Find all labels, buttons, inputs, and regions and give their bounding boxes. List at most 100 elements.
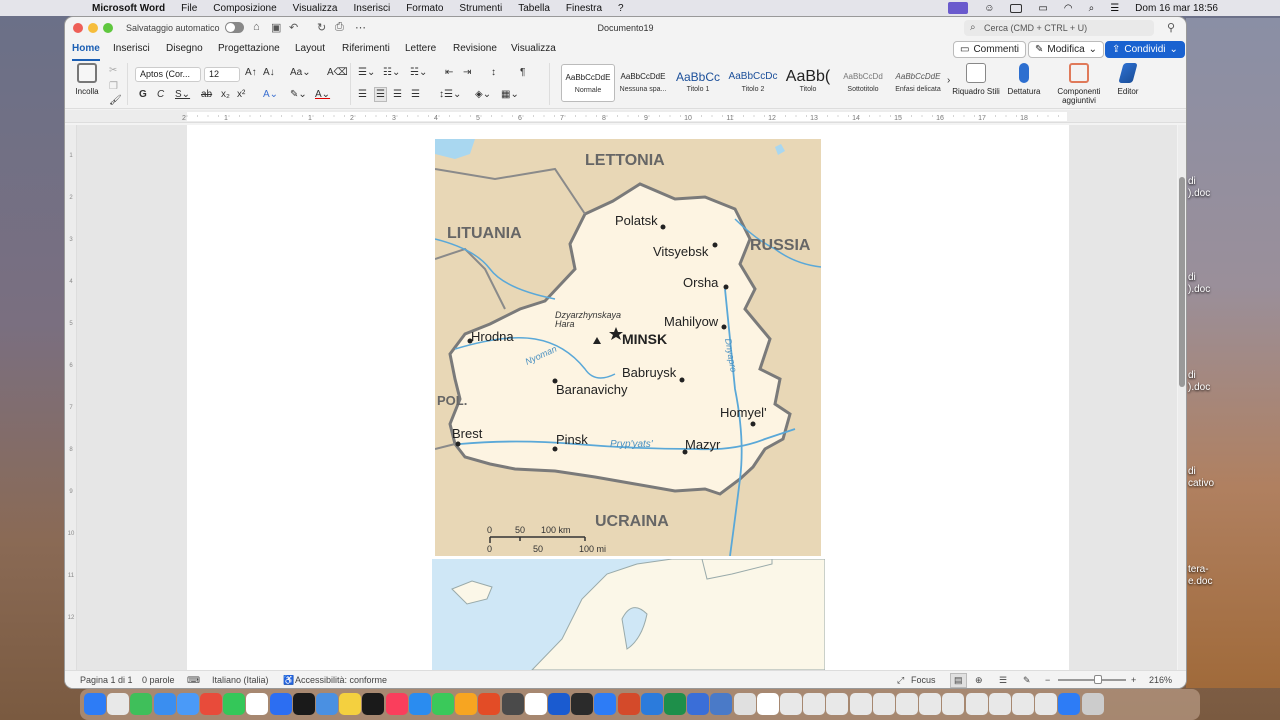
control-center-icon[interactable]: ☰ — [1110, 3, 1119, 14]
numbering-icon[interactable]: ☷⌄ — [383, 67, 400, 78]
focus-label[interactable]: Focus — [911, 675, 936, 685]
document-canvas[interactable]: LETTONIA LITUANIA RUSSIA POL. UCRAINA Po… — [77, 125, 1177, 670]
increase-indent-icon[interactable]: ⇥ — [463, 67, 471, 78]
tab-visualizza[interactable]: Visualizza — [511, 43, 556, 54]
dock-app-icon[interactable] — [594, 693, 617, 715]
grow-font-icon[interactable]: A↑ — [245, 67, 257, 78]
dock-app-icon[interactable] — [385, 693, 408, 715]
dock-app-icon[interactable] — [292, 693, 315, 715]
menu-formato[interactable]: Formato — [406, 3, 443, 14]
shading-icon[interactable]: ◈⌄ — [475, 89, 491, 100]
dock-app-icon[interactable] — [107, 693, 130, 715]
wifi-icon[interactable]: ◠ — [1064, 3, 1073, 14]
style-normale[interactable]: AaBbCcDdE Normale — [561, 64, 615, 102]
focus-icon[interactable]: ⤢ — [897, 675, 904, 686]
screen-record-icon[interactable] — [948, 2, 969, 14]
dock-app-icon[interactable] — [756, 693, 779, 715]
change-case-icon[interactable]: Aa⌄ — [290, 67, 311, 78]
dock-app-icon[interactable] — [919, 693, 942, 715]
styles-pane-button[interactable]: Riquadro Stili — [951, 63, 1001, 96]
dock-app-icon[interactable] — [455, 693, 478, 715]
dock-app-icon[interactable] — [710, 693, 733, 715]
dock-app-icon[interactable] — [223, 693, 246, 715]
style-sottotitolo[interactable]: AaBbCcDd Sottotitolo — [836, 64, 890, 102]
dock-app-icon[interactable] — [849, 693, 872, 715]
horizontal-ruler[interactable]: 2 1 1 2 3 4 5 6 7 8 9 10 11 12 13 14 15 16 17 18 — [65, 110, 1186, 123]
proofing-icon[interactable]: ⌨ — [187, 675, 200, 686]
status-icon[interactable]: ☺ — [984, 3, 994, 14]
superscript-icon[interactable]: x² — [237, 89, 245, 100]
shrink-font-icon[interactable]: A↓ — [263, 67, 275, 78]
subscript-icon[interactable]: x₂ — [221, 89, 230, 100]
menu-tabella[interactable]: Tabella — [518, 3, 550, 14]
editor-button[interactable]: Editor — [1103, 63, 1153, 96]
scrollbar-thumb[interactable] — [1179, 177, 1185, 387]
underline-icon[interactable]: S⌄ — [175, 89, 190, 100]
accessibility-status[interactable]: Accessibilità: conforme — [295, 675, 387, 685]
europe-map-image[interactable] — [432, 559, 825, 670]
align-center-icon[interactable]: ☰ — [374, 87, 387, 102]
dock-app-icon[interactable] — [872, 693, 895, 715]
language-label[interactable]: Italiano (Italia) — [212, 675, 269, 685]
dock-app-icon[interactable] — [826, 693, 849, 715]
addins-button[interactable]: Componenti aggiuntivi — [1054, 63, 1104, 105]
desktop-file[interactable]: di).doc — [1188, 272, 1234, 296]
print-layout-icon[interactable]: ▤ — [950, 673, 967, 688]
display-icon[interactable]: ▭ — [1038, 3, 1047, 14]
dictate-button[interactable]: Dettatura — [999, 63, 1049, 96]
search-input[interactable]: ⌕ Cerca (CMD + CTRL + U) — [964, 20, 1154, 36]
align-right-icon[interactable]: ☰ — [393, 89, 402, 100]
dock-app-icon[interactable] — [548, 693, 570, 715]
styles-more-icon[interactable]: › — [947, 75, 950, 86]
dock-app-icon[interactable] — [733, 693, 756, 715]
dock-app-icon[interactable] — [664, 693, 686, 715]
font-name-select[interactable]: Aptos (Cor... — [135, 67, 201, 82]
dock-app-icon[interactable] — [687, 693, 710, 715]
vertical-scrollbar[interactable] — [1178, 125, 1186, 670]
dock-app-icon[interactable] — [524, 693, 547, 715]
style-titolo-2[interactable]: AaBbCcDc Titolo 2 — [726, 64, 780, 102]
highlight-icon[interactable]: ✎⌄ — [290, 89, 307, 100]
dock-app-icon[interactable] — [130, 693, 153, 715]
style-titolo-1[interactable]: AaBbCc Titolo 1 — [671, 64, 725, 102]
page-count[interactable]: Pagina 1 di 1 — [80, 675, 133, 685]
tab-inserisci[interactable]: Inserisci — [113, 43, 150, 54]
zoom-slider[interactable] — [1058, 679, 1126, 681]
tab-riferimenti[interactable]: Riferimenti — [342, 43, 390, 54]
dock-app-icon[interactable] — [571, 693, 594, 715]
dock-app-icon[interactable] — [1081, 693, 1104, 715]
tab-revisione[interactable]: Revisione — [453, 43, 497, 54]
style-nessuna-spaziatura[interactable]: AaBbCcDdE Nessuna spa... — [616, 64, 670, 102]
dock-app-icon[interactable] — [965, 693, 988, 715]
tab-layout[interactable]: Layout — [295, 43, 325, 54]
outline-icon[interactable]: ☰ — [999, 675, 1007, 686]
menu-composizione[interactable]: Composizione — [213, 3, 276, 14]
zoom-level[interactable]: 216% — [1149, 675, 1172, 685]
dock-app-icon[interactable] — [408, 693, 431, 715]
multilevel-list-icon[interactable]: ☵⌄ — [410, 67, 427, 78]
dock-app-icon[interactable] — [84, 693, 106, 715]
desktop-file[interactable]: di).doc — [1188, 176, 1234, 200]
menu-file[interactable]: File — [181, 3, 197, 14]
dock-app-icon[interactable] — [896, 693, 918, 715]
dock-app-icon[interactable] — [1035, 693, 1058, 715]
style-titolo[interactable]: AaBb(Titolo — [781, 64, 835, 102]
spotlight-icon[interactable]: ⌕ — [1089, 3, 1095, 14]
dock-app-icon[interactable] — [246, 693, 269, 715]
share-button[interactable]: ⇪ Condividi ⌄ — [1105, 41, 1185, 58]
tab-progettazione[interactable]: Progettazione — [218, 43, 280, 54]
pilcrow-icon[interactable]: ¶ — [520, 67, 525, 78]
clear-format-icon[interactable]: A⌫ — [327, 67, 348, 78]
dock-app-icon[interactable] — [803, 693, 826, 715]
tab-disegno[interactable]: Disegno — [166, 43, 203, 54]
dock-app-icon[interactable] — [316, 693, 338, 715]
dock-app-icon[interactable] — [200, 693, 222, 715]
dock-app-icon[interactable] — [640, 693, 663, 715]
word-count[interactable]: 0 parole — [142, 675, 175, 685]
share-link-icon[interactable]: ⚲ — [1167, 21, 1175, 34]
copy-icon[interactable]: ❐ — [109, 81, 118, 92]
bullets-icon[interactable]: ☰⌄ — [358, 67, 375, 78]
menu-visualizza[interactable]: Visualizza — [293, 3, 338, 14]
desktop-file[interactable]: di).doc — [1188, 370, 1234, 394]
menu-strumenti[interactable]: Strumenti — [459, 3, 502, 14]
